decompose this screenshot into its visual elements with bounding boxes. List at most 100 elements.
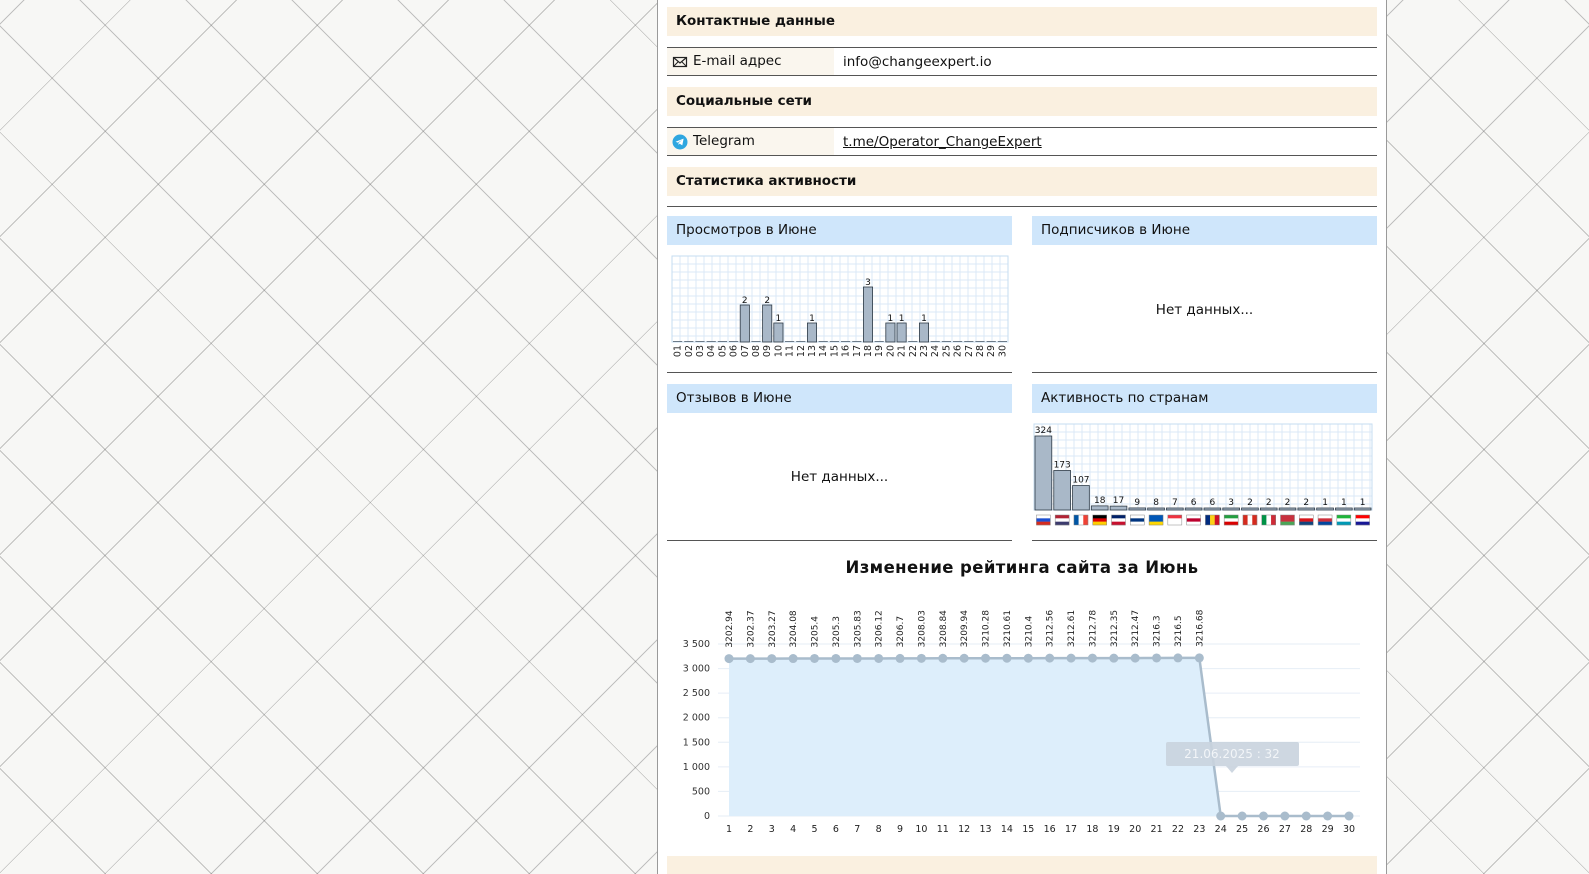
rating-x-tick: 29 xyxy=(1322,824,1334,835)
views-bar xyxy=(684,341,694,342)
rating-x-tick: 23 xyxy=(1193,824,1205,835)
rating-x-tick: 4 xyxy=(790,824,796,835)
views-day-label: 01 xyxy=(673,345,684,357)
flag-stripe xyxy=(1055,521,1070,526)
flag-stripe xyxy=(1224,521,1239,526)
uz-flag-icon xyxy=(1336,514,1352,526)
subs-empty: Нет данных... xyxy=(1155,302,1254,318)
rating-x-tick: 21 xyxy=(1151,824,1163,835)
country-bar-label: 6 xyxy=(1210,498,1216,508)
country-bar-label: 2 xyxy=(1285,498,1291,508)
country-bar-label: 8 xyxy=(1153,498,1159,508)
email-value[interactable]: info@changeexpert.io xyxy=(843,48,992,77)
rating-x-tick: 15 xyxy=(1022,824,1034,835)
views-day-label: 12 xyxy=(796,345,807,357)
flag-stripe xyxy=(1130,518,1145,522)
flag-stripe xyxy=(1318,518,1333,522)
rating-x-tick: 8 xyxy=(876,824,882,835)
views-bar-label: 1 xyxy=(921,314,927,324)
rating-chart: 05001 0001 5002 0002 5003 0003 5001 2 3 4 5 6… xyxy=(683,609,1360,835)
flag-stripe xyxy=(1318,515,1333,519)
flag-stripe xyxy=(1186,521,1201,526)
rating-point xyxy=(1323,811,1333,821)
telegram-row: Telegram t.me/Operator_ChangeExpert xyxy=(667,127,1377,156)
rating-y-tick: 3 500 xyxy=(683,639,710,650)
rating-point xyxy=(1045,653,1055,663)
flag-stripe xyxy=(1130,521,1145,526)
telegram-label-cell: Telegram xyxy=(667,128,834,155)
country-bar xyxy=(1316,507,1334,511)
views-day-label: 28 xyxy=(975,345,986,357)
by-flag-icon xyxy=(1280,514,1295,526)
us-flag-icon xyxy=(1054,514,1070,526)
flag-stripe xyxy=(1036,515,1051,519)
views-bar xyxy=(862,286,873,343)
exchanger-profile-panel: Контактные данные E-mail адрес info@chan… xyxy=(657,0,1387,874)
views-bar xyxy=(695,341,705,342)
country-bar xyxy=(1297,507,1316,511)
flag-stripe xyxy=(1271,515,1276,525)
rating-point xyxy=(938,653,948,663)
views-bar xyxy=(986,341,996,342)
country-bar-label: 173 xyxy=(1054,460,1071,470)
flag-stripe xyxy=(1130,515,1145,519)
rating-x-tick: 22 xyxy=(1172,824,1184,835)
rating-point-label: 3205.83 xyxy=(853,610,863,647)
country-bar xyxy=(1034,435,1053,511)
country-bar xyxy=(1072,485,1090,511)
rating-point xyxy=(745,654,755,664)
telegram-link[interactable]: t.me/Operator_ChangeExpert xyxy=(843,134,1042,150)
rating-point-label: 3212.78 xyxy=(1088,610,1098,647)
hr-flag-icon xyxy=(1355,514,1370,526)
flag-stripe xyxy=(1149,521,1164,526)
country-bar-label: 1 xyxy=(1360,498,1366,508)
flag-stripe xyxy=(1036,521,1051,526)
views-day-label: 09 xyxy=(762,345,773,357)
rating-point-label: 3205.4 xyxy=(811,616,821,648)
views-day-label: 16 xyxy=(841,345,852,357)
flag-stripe xyxy=(1055,518,1070,522)
rating-point-label: 3212.47 xyxy=(1131,610,1141,647)
views-day-label: 13 xyxy=(807,345,818,357)
views-day-label: 05 xyxy=(717,345,728,357)
flag-stripe xyxy=(1149,515,1164,519)
views-day-label: 11 xyxy=(785,345,796,357)
rating-point xyxy=(895,653,905,663)
views-day-label: 08 xyxy=(751,345,762,357)
jp-flag-icon xyxy=(1186,514,1201,526)
flag-stripe xyxy=(1280,518,1295,522)
country-bar-label: 9 xyxy=(1134,498,1140,508)
country-bar xyxy=(1109,505,1128,511)
rating-point xyxy=(852,653,862,663)
flag-stripe xyxy=(1149,518,1164,522)
flag-stripe xyxy=(1111,521,1126,526)
country-bar xyxy=(1335,507,1353,511)
rating-point xyxy=(810,653,820,663)
rating-y-tick: 2 000 xyxy=(683,713,710,724)
gb-flag-icon xyxy=(1111,514,1126,526)
country-bar-label: 2 xyxy=(1247,498,1253,508)
flag-stripe xyxy=(1092,521,1107,526)
views-day-label: 25 xyxy=(941,345,952,357)
views-day-label: 20 xyxy=(885,345,896,357)
country-bar-label: 3 xyxy=(1228,498,1234,508)
country-bar xyxy=(1278,507,1297,511)
flag-stripe xyxy=(1355,518,1370,522)
views-bar xyxy=(773,322,784,343)
flag-stripe xyxy=(1355,515,1370,519)
rating-point xyxy=(874,653,884,663)
country-bar-label: 6 xyxy=(1191,498,1197,508)
rating-x-tick: 25 xyxy=(1236,824,1248,835)
telegram-link-cell: t.me/Operator_ChangeExpert xyxy=(843,128,1042,157)
views-day-label: 21 xyxy=(897,345,908,357)
rating-point xyxy=(1109,653,1119,663)
rating-point-label: 3216.5 xyxy=(1174,615,1184,647)
flag-stripe xyxy=(1111,515,1126,519)
rating-point xyxy=(1002,653,1012,663)
rating-point xyxy=(1344,811,1354,821)
rating-point xyxy=(831,653,841,663)
views-bar xyxy=(829,341,839,342)
rating-y-tick: 500 xyxy=(692,786,710,797)
flag-stripe xyxy=(1083,515,1089,525)
rating-x-tick: 9 xyxy=(897,824,903,835)
